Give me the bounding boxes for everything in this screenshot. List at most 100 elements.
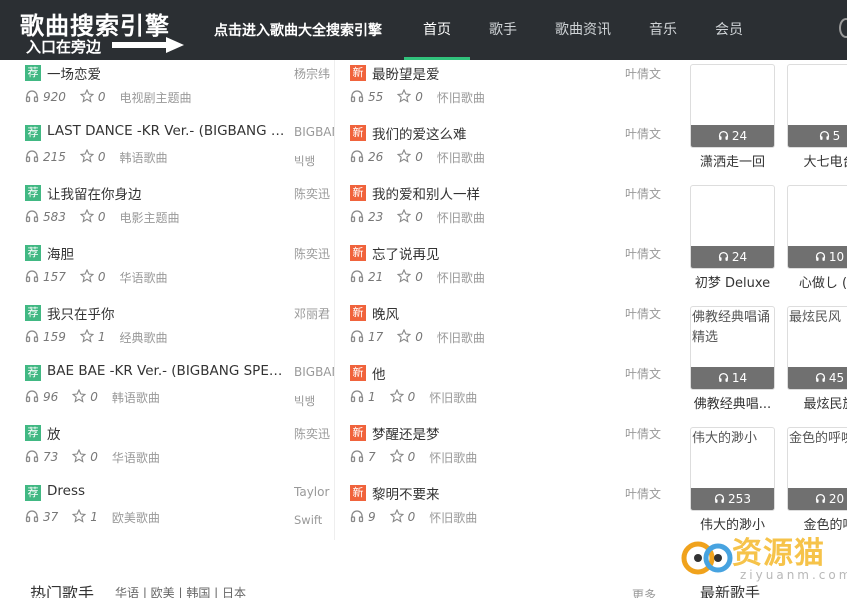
song-title-link[interactable]: 让我留在你身边: [47, 183, 287, 203]
song-category-link[interactable]: 怀旧歌曲: [429, 389, 477, 406]
singer-link[interactable]: 杨宗纬: [294, 65, 334, 82]
album-card[interactable]: 最炫民风 45: [787, 306, 847, 390]
song-title-link[interactable]: 忘了说再见: [372, 243, 612, 263]
singer-link[interactable]: 邓丽君: [294, 305, 334, 322]
song-category-link[interactable]: 怀旧歌曲: [437, 269, 485, 286]
singer-link[interactable]: 陈奕迅: [294, 185, 334, 202]
album-play-number: 45: [828, 371, 845, 385]
album-title-link[interactable]: 潇洒走一回: [690, 151, 775, 170]
song-category-link[interactable]: 华语歌曲: [120, 269, 168, 286]
album-title-link[interactable]: 大七电台: [787, 151, 847, 170]
nav-item[interactable]: 歌曲资讯: [536, 0, 630, 60]
song-category-link[interactable]: 怀旧歌曲: [437, 329, 485, 346]
star-icon[interactable]: [79, 208, 94, 226]
song-title-link[interactable]: BAE BAE -KR Ver.- (BIGBANG SPECIAL EDITI…: [47, 363, 287, 379]
album-card[interactable]: 10: [787, 185, 847, 269]
singer-link[interactable]: 叶倩文: [625, 125, 665, 142]
nav-item[interactable]: 音乐: [630, 0, 696, 60]
star-icon[interactable]: [79, 88, 94, 106]
song-title-link[interactable]: 黎明不要来: [372, 483, 612, 503]
album-card[interactable]: 24: [690, 185, 775, 269]
singer-link[interactable]: 叶倩文: [625, 185, 665, 202]
star-icon[interactable]: [79, 328, 94, 346]
song-category-link[interactable]: 韩语歌曲: [112, 389, 160, 406]
star-icon[interactable]: [389, 388, 404, 406]
song-title-link[interactable]: 放: [47, 423, 287, 443]
song-title-link[interactable]: 一场恋爱: [47, 63, 287, 83]
star-icon[interactable]: [72, 388, 87, 406]
site-logo[interactable]: 歌曲搜索引擎 入口在旁边: [20, 6, 184, 56]
singer-region-filters[interactable]: 华语 | 欧美 | 韩国 | 日本: [115, 584, 246, 598]
more-link[interactable]: 更多: [632, 586, 656, 598]
star-icon[interactable]: [397, 208, 412, 226]
song-title-link[interactable]: 梦醒还是梦: [372, 423, 612, 443]
nav-item[interactable]: 会员: [696, 0, 762, 60]
star-icon[interactable]: [72, 508, 87, 526]
singer-link[interactable]: 叶倩文: [625, 365, 665, 382]
search-engine-entry-link[interactable]: 点击进入歌曲大全搜索引擎: [214, 20, 382, 40]
singer-link[interactable]: 叶倩文: [625, 305, 665, 322]
album-title-link[interactable]: 初梦 Deluxe: [690, 272, 775, 291]
song-category-link[interactable]: 电影主题曲: [120, 209, 180, 226]
song-category-link[interactable]: 韩语歌曲: [120, 149, 168, 166]
headphone-icon: [718, 251, 728, 261]
song-category-link[interactable]: 怀旧歌曲: [429, 449, 477, 466]
song-category-link[interactable]: 华语歌曲: [112, 449, 160, 466]
song-category-link[interactable]: 怀旧歌曲: [429, 509, 477, 526]
song-title-link[interactable]: LAST DANCE -KR Ver.- (BIGBANG SPECIAL ED…: [47, 123, 287, 139]
singer-name-secondary[interactable]: Swift: [294, 513, 334, 527]
star-icon[interactable]: [79, 268, 94, 286]
star-icon[interactable]: [397, 148, 412, 166]
song-title-link[interactable]: Dress: [47, 483, 287, 499]
song-title-link[interactable]: 我的爱和别人一样: [372, 183, 612, 203]
song-title-link[interactable]: 晚风: [372, 303, 612, 323]
star-icon[interactable]: [389, 448, 404, 466]
song-title-link[interactable]: 他: [372, 363, 612, 383]
album-card[interactable]: 佛教经典唱诵精选 14: [690, 306, 775, 390]
album-title-link[interactable]: 最炫民族: [787, 393, 847, 412]
star-icon[interactable]: [389, 508, 404, 526]
play-count: 26: [368, 150, 384, 164]
singer-name-secondary[interactable]: 빅뱅: [294, 153, 334, 169]
arrow-right-icon: [112, 37, 184, 53]
album-card[interactable]: 5: [787, 64, 847, 148]
song-title-link[interactable]: 我只在乎你: [47, 303, 287, 323]
song-category-link[interactable]: 怀旧歌曲: [437, 149, 485, 166]
star-icon[interactable]: [397, 328, 412, 346]
star-icon[interactable]: [79, 148, 94, 166]
album-card[interactable]: 金色的呼唤 20: [787, 427, 847, 511]
song-category-link[interactable]: 怀旧歌曲: [437, 89, 485, 106]
singer-link[interactable]: 叶倩文: [625, 425, 665, 442]
singer-link[interactable]: Taylor: [294, 485, 334, 499]
nav-item[interactable]: 首页: [404, 0, 470, 60]
singer-link[interactable]: 陈奕迅: [294, 425, 334, 442]
play-count: 215: [43, 150, 66, 164]
song-row: 新梦醒还是梦 叶倩文 7 0 怀旧歌曲: [345, 420, 665, 480]
singer-link[interactable]: 陈奕迅: [294, 245, 334, 262]
singer-link[interactable]: BIGBANG: [294, 365, 334, 379]
song-category-link[interactable]: 欧美歌曲: [112, 509, 160, 526]
song-category-link[interactable]: 电视剧主题曲: [120, 89, 192, 106]
singer-link[interactable]: 叶倩文: [625, 65, 665, 82]
singer-link[interactable]: BIGBANG: [294, 125, 334, 139]
song-title-link[interactable]: 我们的爱这么难: [372, 123, 612, 143]
user-icon[interactable]: [839, 18, 847, 38]
nav-item[interactable]: 歌手: [470, 0, 536, 60]
song-meta: 920 0 电视剧主题曲: [25, 88, 192, 106]
song-category-link[interactable]: 经典歌曲: [120, 329, 168, 346]
singer-link[interactable]: 叶倩文: [625, 245, 665, 262]
star-icon[interactable]: [397, 268, 412, 286]
song-row: 荐 LAST DANCE -KR Ver.- (BIGBANG SPECIAL E…: [20, 120, 334, 180]
singer-name-secondary[interactable]: 빅뱅: [294, 393, 334, 409]
album-card[interactable]: 24: [690, 64, 775, 148]
song-title-link[interactable]: 海胆: [47, 243, 287, 263]
album-title-link[interactable]: 心做し (无: [787, 272, 847, 291]
song-title-link[interactable]: 最盼望是爱: [372, 63, 612, 83]
song-tag: 新: [350, 305, 366, 321]
album-card[interactable]: 伟大的渺小 253: [690, 427, 775, 511]
album-title-link[interactable]: 佛教经典唱...: [690, 393, 775, 412]
star-icon[interactable]: [72, 448, 87, 466]
singer-link[interactable]: 叶倩文: [625, 485, 665, 502]
star-icon[interactable]: [397, 88, 412, 106]
song-category-link[interactable]: 怀旧歌曲: [437, 209, 485, 226]
